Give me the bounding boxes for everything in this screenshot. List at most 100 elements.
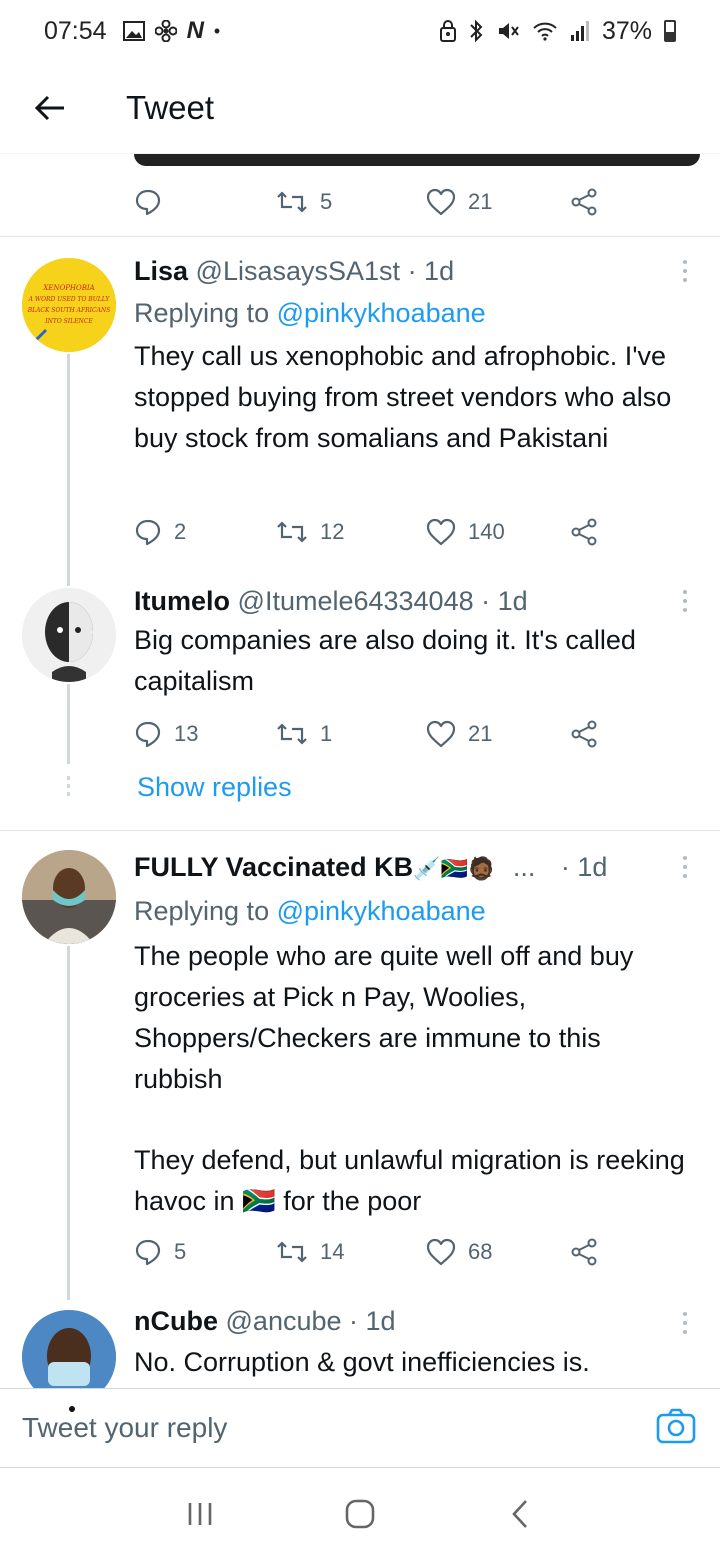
display-name[interactable]: Itumelo (134, 586, 230, 616)
display-name[interactable]: Lisa (134, 256, 188, 286)
tweet-text: Big companies are also doing it. It's ca… (134, 625, 636, 696)
like-count: 68 (468, 1239, 493, 1264)
avatar[interactable] (22, 1310, 116, 1388)
display-name[interactable]: FULLY Vaccinated KB (134, 852, 413, 882)
share-button[interactable] (570, 1238, 600, 1266)
reply-icon (135, 519, 161, 546)
like-button[interactable]: 140 (426, 518, 505, 546)
more-options-button[interactable] (680, 1312, 690, 1334)
replying-to: Replying to @pinkykhoabane (134, 298, 486, 329)
tweet-actions: 2 12 140 (134, 512, 614, 552)
reply-tweet[interactable]: XENOPHOBIA A WORD USED TO BULLY BLACK SO… (0, 236, 720, 586)
svg-text:XENOPHOBIA: XENOPHOBIA (42, 284, 94, 292)
avatar[interactable] (22, 850, 116, 944)
timestamp: · 1d (349, 1306, 396, 1336)
reply-tweet[interactable]: Itumelo @Itumele64334048 · 1d Big compan… (0, 568, 720, 828)
recent-apps-button[interactable] (170, 1484, 230, 1544)
heart-icon (426, 518, 456, 546)
netflix-icon: N (186, 17, 204, 44)
reply-count: 5 (174, 1239, 187, 1264)
back-nav-button[interactable] (490, 1484, 550, 1544)
avatar[interactable]: XENOPHOBIA A WORD USED TO BULLY BLACK SO… (22, 258, 116, 352)
show-replies-link[interactable]: Show replies (137, 772, 292, 803)
retweet-button[interactable]: 1 (276, 721, 332, 747)
fan-icon (154, 20, 177, 42)
signal-icon (570, 20, 590, 42)
svg-text:INTO SILENCE: INTO SILENCE (44, 318, 93, 325)
retweet-count: 12 (320, 519, 345, 544)
status-time: 07:54 (44, 16, 107, 45)
reply-button[interactable] (134, 188, 174, 216)
input-cursor (69, 1406, 75, 1412)
mention-link[interactable]: @pinkykhoabane (277, 298, 486, 328)
like-count: 21 (468, 189, 493, 214)
timestamp: · 1d (407, 256, 455, 286)
reply-button[interactable]: 2 (134, 518, 186, 546)
retweet-button[interactable]: 14 (276, 1239, 344, 1265)
handle[interactable]: @LisasaysSA1st (196, 256, 401, 286)
svg-text:BLACK SOUTH AFRICANS: BLACK SOUTH AFRICANS (27, 307, 111, 314)
like-button[interactable]: 21 (426, 720, 492, 748)
like-count: 140 (468, 519, 505, 544)
name-emoji: 💉🇿🇦🧔🏾 (413, 856, 496, 881)
notification-icons: N • (122, 17, 220, 44)
handle[interactable]: @ancube (226, 1306, 342, 1336)
share-icon (571, 1238, 597, 1266)
battery-percent: 37% (601, 16, 652, 45)
handle[interactable]: @Itumele64334048 (238, 586, 474, 616)
timestamp: · 1d (560, 852, 608, 882)
camera-button[interactable] (656, 1407, 698, 1449)
tweet-actions: 13 1 21 (134, 714, 614, 754)
heart-icon (426, 720, 456, 748)
more-options-button[interactable] (680, 590, 690, 612)
back-button[interactable] (0, 62, 100, 154)
share-icon (571, 518, 597, 546)
tweet-header: nCube @ancube · 1d (134, 1306, 670, 1337)
retweet-button[interactable]: 5 (276, 189, 332, 215)
reply-tweet[interactable]: nCube @ancube · 1d No. Corruption & govt… (0, 1290, 720, 1388)
share-button[interactable] (570, 720, 600, 748)
reply-icon (135, 189, 161, 216)
main-tweet-actions: 5 21 (134, 182, 614, 222)
reply-tweet[interactable]: FULLY Vaccinated KB💉🇿🇦🧔🏾 ... · 1d Replyi… (0, 830, 720, 1300)
avatar-image (22, 1310, 116, 1388)
reply-count: 2 (174, 519, 187, 544)
avatar-image: XENOPHOBIA A WORD USED TO BULLY BLACK SO… (22, 258, 116, 352)
display-name[interactable]: nCube (134, 1306, 218, 1336)
tweet-media-bottom[interactable] (134, 154, 700, 166)
tweet-header: Itumelo @Itumele64334048 · 1d (134, 586, 670, 617)
more-options-button[interactable] (680, 856, 690, 878)
status-bar: 07:54 N • 37% (0, 0, 720, 62)
like-button[interactable]: 21 (426, 188, 492, 216)
replying-prefix: Replying to (134, 896, 277, 926)
avatar[interactable] (22, 588, 116, 682)
reply-input[interactable] (22, 1398, 656, 1458)
reply-button[interactable]: 5 (134, 1238, 186, 1266)
wifi-icon (532, 20, 558, 42)
share-icon (571, 188, 597, 216)
thread-line (67, 684, 70, 764)
home-button[interactable] (330, 1484, 390, 1544)
mention-link[interactable]: @pinkykhoabane (277, 896, 486, 926)
share-button[interactable] (570, 188, 600, 216)
retweet-count: 1 (320, 721, 333, 746)
share-button[interactable] (570, 518, 600, 546)
like-button[interactable]: 68 (426, 1238, 492, 1266)
reply-button[interactable]: 13 (134, 720, 198, 748)
system-nav-bar (0, 1468, 720, 1560)
thread-dots (67, 776, 70, 800)
retweet-icon (277, 723, 307, 745)
more-options-button[interactable] (680, 260, 690, 282)
reply-icon (135, 1239, 161, 1266)
chevron-left-icon (512, 1500, 527, 1528)
timestamp: · 1d (481, 586, 528, 616)
share-icon (571, 720, 597, 748)
like-count: 21 (468, 721, 493, 746)
retweet-count: 5 (320, 189, 333, 214)
avatar-image (22, 588, 116, 682)
tweet-text: The people who are quite well off and bu… (134, 941, 634, 1094)
retweet-button[interactable]: 12 (276, 519, 344, 545)
arrow-left-icon (34, 95, 64, 120)
retweet-count: 14 (320, 1239, 345, 1264)
tweet-header: Lisa @LisasaysSA1st · 1d (134, 256, 670, 287)
